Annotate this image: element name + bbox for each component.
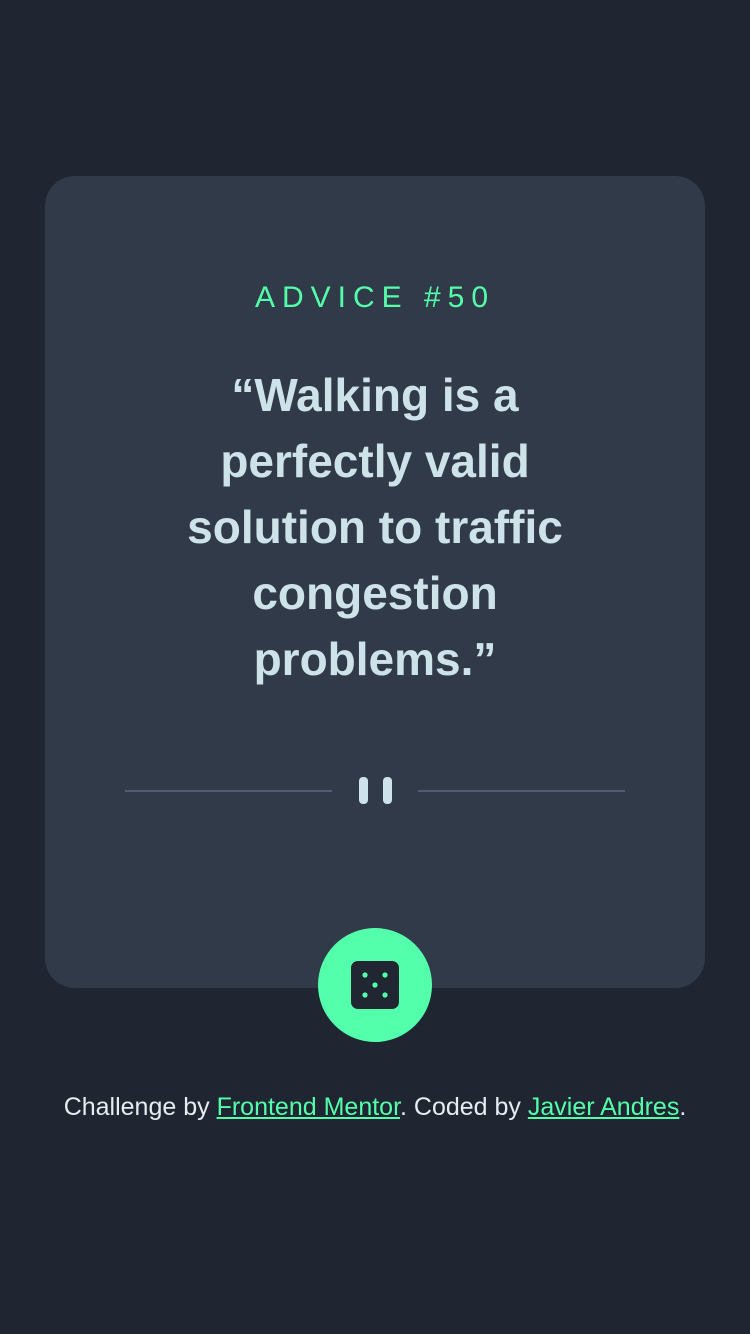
frontend-mentor-link[interactable]: Frontend Mentor [217,1093,400,1121]
pause-icon-left-bar [359,777,368,804]
new-advice-button[interactable] [318,928,432,1042]
advice-heading: ADVICE #50 [0,280,750,316]
advice-label: ADVICE # [254,281,448,314]
attribution-suffix: . [679,1093,687,1121]
divider-line-right [418,790,625,792]
advice-quote: “Walking is a perfectly valid solution t… [187,369,563,685]
dice-icon [351,961,399,1009]
attribution-prefix: Challenge by [63,1093,217,1121]
attribution-middle: . Coded by [400,1093,528,1121]
attribution: Challenge by Frontend Mentor. Coded by J… [0,1090,750,1124]
author-link[interactable]: Javier Andres [528,1093,679,1121]
divider-line-left [125,790,332,792]
advice-number: 50 [447,281,496,314]
pause-icon-right-bar [383,777,392,804]
